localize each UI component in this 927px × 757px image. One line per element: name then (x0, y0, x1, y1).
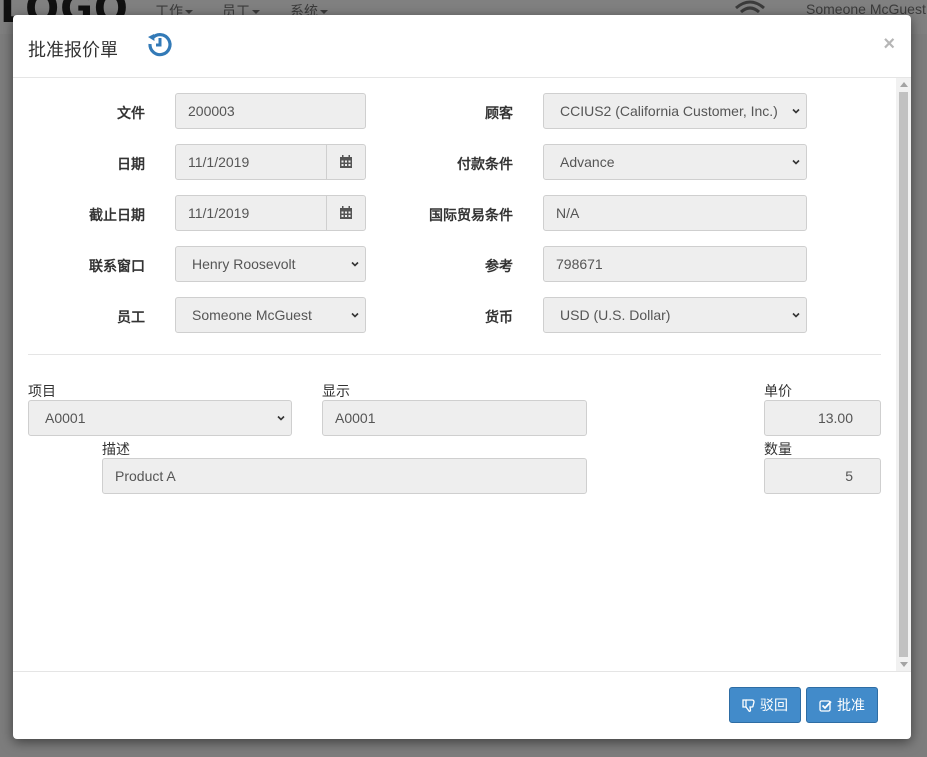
quantity-label: 数量 (764, 441, 792, 457)
unit-price-field[interactable]: 13.00 (764, 400, 881, 436)
chevron-down-icon (351, 261, 359, 267)
scroll-up-icon[interactable] (900, 82, 908, 87)
item-label: 项目 (28, 383, 56, 399)
scroll-down-icon[interactable] (900, 662, 908, 667)
contact-label: 联系窗口 (89, 258, 145, 274)
reference-label: 参考 (485, 258, 513, 274)
document-label: 文件 (117, 105, 145, 121)
currency-label: 货币 (485, 309, 513, 325)
approve-quote-modal: 批准报价單 × 文件 200003 日期 11/1/2019 截止日期 11/1… (13, 15, 911, 739)
currency-select[interactable]: USD (U.S. Dollar) (543, 297, 807, 333)
approve-label: 批准 (837, 697, 865, 713)
due-date-field[interactable]: 11/1/2019 (175, 195, 327, 231)
employee-select[interactable]: Someone McGuest (175, 297, 366, 333)
caret-down-icon (252, 10, 260, 15)
chevron-down-icon (277, 415, 285, 421)
modal-scrollbar[interactable] (896, 78, 911, 671)
quantity-field[interactable]: 5 (764, 458, 881, 494)
close-icon[interactable]: × (883, 34, 895, 54)
payment-terms-value: Advance (560, 154, 615, 170)
employee-value: Someone McGuest (192, 307, 312, 323)
description-label: 描述 (102, 441, 130, 457)
modal-header: 批准报价單 × (13, 15, 911, 78)
reference-field[interactable]: 798671 (543, 246, 807, 282)
modal-title: 批准报价單 (28, 40, 118, 60)
item-select[interactable]: A0001 (28, 400, 292, 436)
date-picker-button[interactable] (326, 144, 366, 180)
customer-select[interactable]: CCIUS2 (California Customer, Inc.) (543, 93, 807, 129)
date-label: 日期 (117, 156, 145, 172)
customer-value: CCIUS2 (California Customer, Inc.) (560, 103, 778, 119)
due-date-picker-button[interactable] (326, 195, 366, 231)
document-field[interactable]: 200003 (175, 93, 366, 129)
scroll-thumb[interactable] (899, 92, 908, 657)
incoterms-field[interactable]: N/A (543, 195, 807, 231)
check-square-icon (819, 700, 832, 712)
description-field[interactable]: Product A (102, 458, 587, 494)
currency-value: USD (U.S. Dollar) (560, 307, 671, 323)
approve-button[interactable]: 批准 (806, 687, 878, 723)
caret-down-icon (320, 10, 328, 15)
calendar-icon (340, 155, 352, 168)
unit-price-label: 单价 (764, 383, 792, 399)
date-field[interactable]: 11/1/2019 (175, 144, 327, 180)
chevron-down-icon (351, 312, 359, 318)
caret-down-icon (185, 10, 193, 15)
incoterms-label: 国际贸易条件 (429, 207, 513, 223)
wifi-icon (735, 0, 765, 14)
modal-footer: 驳回 批准 (13, 671, 911, 739)
chevron-down-icon (792, 312, 800, 318)
contact-value: Henry Roosevolt (192, 256, 296, 272)
customer-label: 顾客 (485, 105, 513, 121)
reject-label: 驳回 (760, 697, 788, 713)
display-label: 显示 (322, 383, 350, 399)
thumbs-down-icon (742, 699, 755, 712)
chevron-down-icon (792, 159, 800, 165)
payment-terms-label: 付款条件 (457, 156, 513, 172)
employee-label: 员工 (117, 309, 145, 325)
payment-terms-select[interactable]: Advance (543, 144, 807, 180)
calendar-icon (340, 206, 352, 219)
item-value: A0001 (45, 410, 86, 426)
divider (28, 354, 881, 355)
display-field[interactable]: A0001 (322, 400, 587, 436)
chevron-down-icon (792, 108, 800, 114)
history-icon[interactable] (146, 30, 174, 58)
modal-body: 文件 200003 日期 11/1/2019 截止日期 11/1/2019 联系… (13, 78, 911, 671)
contact-select[interactable]: Henry Roosevolt (175, 246, 366, 282)
reject-button[interactable]: 驳回 (729, 687, 801, 723)
due-date-label: 截止日期 (89, 207, 145, 223)
